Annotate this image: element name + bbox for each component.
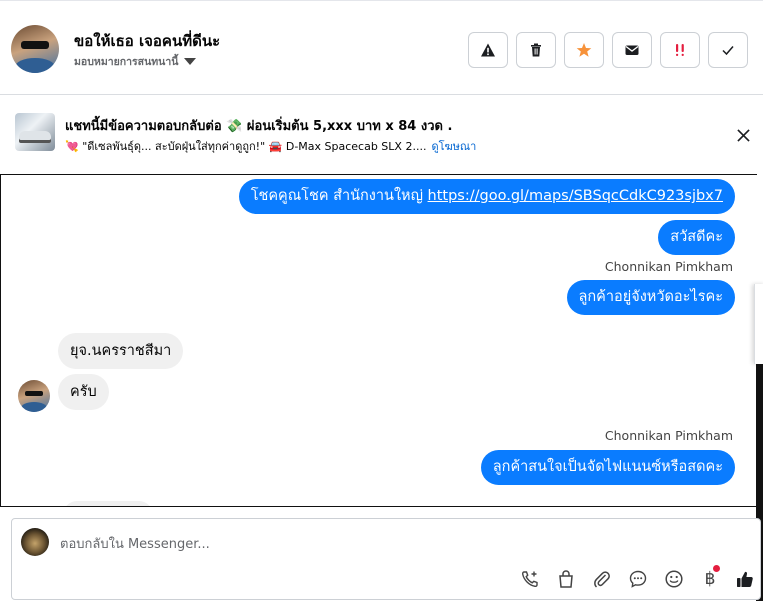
saved-replies-button[interactable] [627,568,649,590]
chat-bubble-icon [629,570,647,588]
message-thread[interactable]: โชคคูณโชค สำนักงานใหญ่ https://goo.gl/ma… [0,174,757,507]
contact-avatar[interactable] [11,25,59,73]
mark-unread-button[interactable] [612,32,652,68]
emoji-button[interactable] [663,568,685,590]
message-outgoing[interactable]: โชคคูณโชค สำนักงานใหญ่ https://goo.gl/ma… [238,179,735,214]
ad-subtitle-text: 💘 "ดีเซลพันธุ์ดุ... สะบัดฝุ่นใส่ทุกค่าดู… [65,140,427,153]
star-button[interactable] [564,32,604,68]
map-link[interactable]: https://goo.gl/maps/SBSqcCdkC923sjbx7 [428,188,723,204]
smiley-icon [665,570,683,588]
reply-input[interactable] [60,533,680,555]
message-outgoing[interactable]: สวัสดีคะ [658,220,735,255]
contact-name[interactable]: ขอให้เธอ เจอคนที่ดีนะ [74,29,220,53]
message-incoming-partial [63,501,153,506]
mark-done-button[interactable] [708,32,748,68]
sender-name: Chonnikan Pimkham [604,259,733,274]
view-ad-link[interactable]: ดูโฆษณา [431,137,476,155]
ad-reply-banner: แชทนี้มีข้อความตอบกลับต่อ 💸 ผ่อนเริ่มต้น… [0,95,763,173]
like-button[interactable] [734,568,756,590]
assign-label: มอบหมายการสนทนานี้ [74,56,179,68]
assign-conversation-dropdown[interactable]: มอบหมายการสนทนานี้ [74,53,197,70]
payment-button[interactable]: ฿ [699,565,721,590]
page-avatar [21,528,49,556]
message-outgoing[interactable]: ลูกค้าสนใจเป็นจัดไฟแนนซ์หรือสดคะ [480,450,735,485]
contact-avatar-small[interactable] [18,380,50,412]
caret-down-icon [184,58,197,65]
shop-button[interactable] [555,568,577,590]
sender-name: Chonnikan Pimkham [604,428,733,443]
shopping-bag-icon [559,570,573,588]
attach-button[interactable] [591,568,613,590]
report-spam-button[interactable] [468,32,508,68]
message-outgoing[interactable]: ลูกค้าอยู่จังหวัดอะไรคะ [566,280,735,315]
star-icon [576,43,592,57]
thumbs-up-icon [737,571,753,587]
notification-dot [713,565,720,572]
side-panel-edge [754,284,763,364]
warning-icon [481,43,495,57]
ad-title: แชทนี้มีข้อความตอบกลับต่อ 💸 ผ่อนเริ่มต้น… [65,119,453,134]
message-composer: ฿ [11,518,761,600]
follow-up-button[interactable] [660,32,700,68]
close-icon [736,128,750,142]
message-text: โชคคูณโชค สำนักงานใหญ่ [250,188,428,204]
paperclip-icon [594,571,610,588]
message-incoming[interactable]: ยุจ.นครราชสีมา [58,333,184,369]
delete-button[interactable] [516,32,556,68]
ad-thumbnail[interactable] [15,113,55,151]
envelope-icon [625,45,639,55]
message-incoming[interactable]: ครับ [58,374,109,410]
exclamation-icon [676,44,684,56]
call-button[interactable] [519,568,541,590]
phone-plus-icon [522,571,538,587]
check-icon [722,46,734,56]
close-banner-button[interactable] [734,126,752,144]
conversation-header: ขอให้เธอ เจอคนที่ดีนะ มอบหมายการสนทนานี้ [0,0,763,95]
ad-subtitle: 💘 "ดีเซลพันธุ์ดุ... สะบัดฝุ่นใส่ทุกค่าดู… [65,137,476,155]
trash-icon [531,43,541,57]
